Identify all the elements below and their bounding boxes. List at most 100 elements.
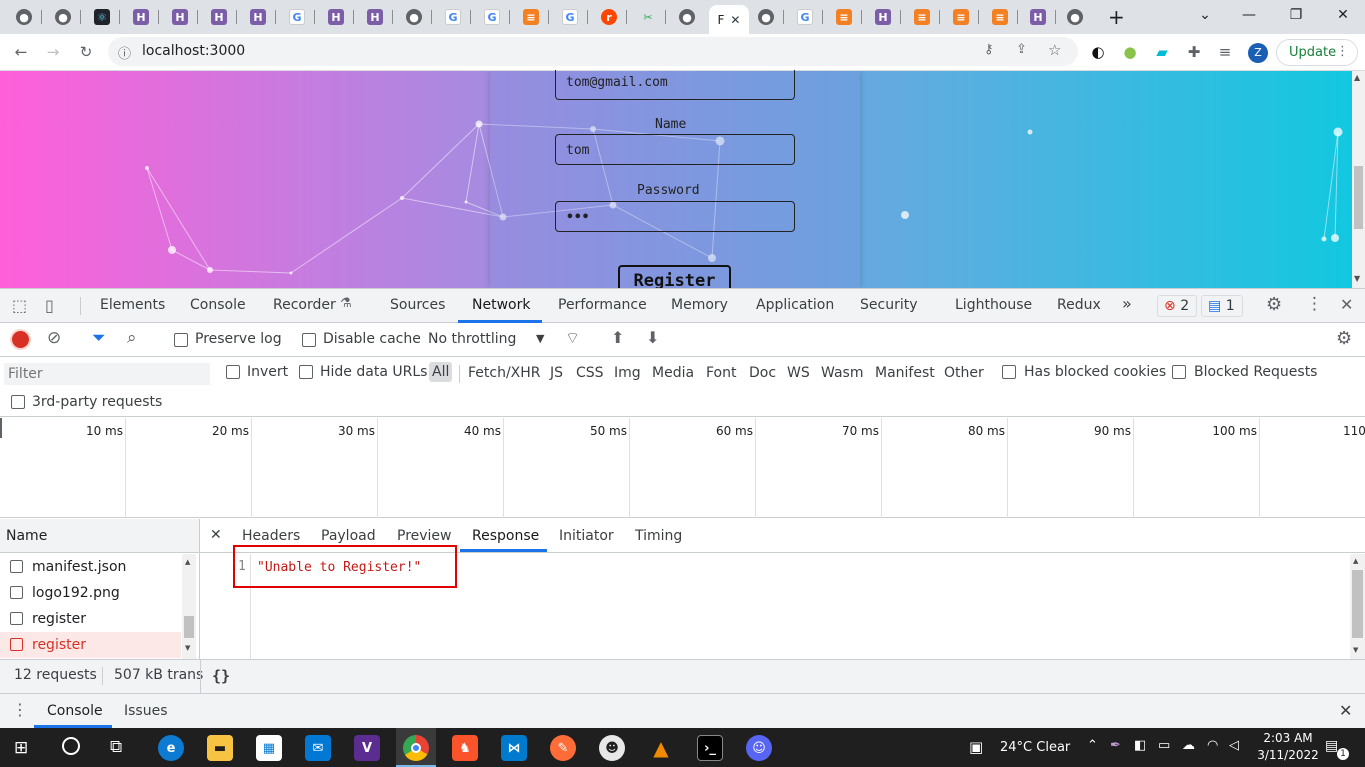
share-icon[interactable]: ⇪ <box>1016 42 1027 57</box>
tab-preview[interactable]: Preview <box>397 528 452 544</box>
tab[interactable]: ✂ <box>632 5 666 29</box>
tab[interactable]: G <box>789 5 823 29</box>
tab[interactable]: H <box>1022 5 1056 29</box>
tab[interactable]: H <box>359 5 393 29</box>
close-detail-icon[interactable]: ✕ <box>210 527 222 543</box>
filter-type-js[interactable]: JS <box>550 365 563 381</box>
record-icon[interactable] <box>12 331 29 348</box>
filter-type-fetch-xhr[interactable]: Fetch/XHR <box>468 365 541 381</box>
tab[interactable]: ● <box>750 5 784 29</box>
tab-memory[interactable]: Memory <box>671 297 728 313</box>
update-button[interactable]: Update ⋮ <box>1276 39 1358 66</box>
tab-payload[interactable]: Payload <box>321 528 376 544</box>
bookmark-star-icon[interactable]: ☆ <box>1048 41 1061 59</box>
filter-funnel-icon[interactable]: ⏷ <box>92 328 106 348</box>
extension-pen-icon[interactable]: ▰ <box>1153 43 1171 61</box>
tab[interactable]: G <box>476 5 510 29</box>
weather-text[interactable]: 24°C Clear <box>1000 740 1070 755</box>
camera-icon[interactable]: ◧ <box>1134 738 1146 753</box>
visual-studio-icon[interactable]: V <box>354 735 380 761</box>
filter-type-ws[interactable]: WS <box>787 365 810 381</box>
extension-bulb-icon[interactable]: ● <box>1121 43 1139 61</box>
tab[interactable]: r <box>593 5 627 29</box>
hide-data-urls-checkbox[interactable] <box>299 365 313 379</box>
key-icon[interactable]: ⚷ <box>984 42 994 57</box>
chrome-icon[interactable] <box>403 735 429 761</box>
tab[interactable]: ≡ <box>906 5 940 29</box>
chevron-down-icon[interactable]: ▼ <box>536 332 544 345</box>
battery-icon[interactable]: ▭ <box>1158 738 1170 753</box>
wifi-icon[interactable]: ◠ <box>1207 738 1218 753</box>
devtools-menu-icon[interactable]: ⋮ <box>1306 294 1323 314</box>
tab[interactable]: ≡ <box>984 5 1018 29</box>
filter-type-doc[interactable]: Doc <box>749 365 776 381</box>
tab-recorder[interactable]: Recorder <box>273 297 336 313</box>
tab[interactable]: ≡ <box>945 5 979 29</box>
filter-type-wasm[interactable]: Wasm <box>821 365 863 381</box>
request-row[interactable]: logo192.png <box>0 580 181 606</box>
reading-list-icon[interactable]: ≡ <box>1216 43 1234 61</box>
filter-type-other[interactable]: Other <box>944 365 984 381</box>
forward-icon[interactable]: → <box>44 43 62 61</box>
drawer-tab-issues[interactable]: Issues <box>124 703 168 719</box>
tab[interactable]: H <box>867 5 901 29</box>
tab[interactable]: ≡ <box>515 5 549 29</box>
postman-icon[interactable]: ✎ <box>550 735 576 761</box>
tab-active[interactable]: F ✕ <box>709 5 749 34</box>
scroll-up-icon[interactable]: ▲ <box>1354 73 1360 82</box>
filter-type-media[interactable]: Media <box>652 365 694 381</box>
clock-date[interactable]: 3/11/2022 <box>1253 748 1323 762</box>
tab[interactable]: H <box>203 5 237 29</box>
restore-icon[interactable]: ❐ <box>1273 0 1319 30</box>
tab-network[interactable]: Network <box>472 297 530 313</box>
tab[interactable]: ● <box>8 5 42 29</box>
third-party-checkbox[interactable] <box>11 395 25 409</box>
new-tab-icon[interactable]: + <box>1108 5 1125 29</box>
mail-icon[interactable]: ✉ <box>305 735 331 761</box>
tab-console[interactable]: Console <box>190 297 246 313</box>
scroll-up-icon[interactable]: ▲ <box>185 558 190 566</box>
filter-type-css[interactable]: CSS <box>576 365 604 381</box>
vscode-icon[interactable]: ⋈ <box>501 735 527 761</box>
close-drawer-icon[interactable]: ✕ <box>1339 701 1352 720</box>
tab-application[interactable]: Application <box>756 297 834 313</box>
inspect-element-icon[interactable]: ⬚ <box>12 296 27 315</box>
file-explorer-icon[interactable]: ▬ <box>207 735 233 761</box>
tab[interactable]: H <box>242 5 276 29</box>
name-field[interactable]: tom <box>555 134 795 165</box>
page-scrollbar[interactable]: ▲ ▼ <box>1352 71 1365 288</box>
tab[interactable]: G <box>437 5 471 29</box>
message-count-badge[interactable]: ▤ 1 <box>1201 295 1243 317</box>
show-hidden-icons[interactable]: ⌃ <box>1087 738 1098 753</box>
filter-input[interactable] <box>4 363 210 385</box>
invert-checkbox[interactable] <box>226 365 240 379</box>
scroll-down-icon[interactable]: ▼ <box>1354 274 1360 283</box>
search-icon[interactable]: ⌕ <box>127 328 137 348</box>
response-scrollbar[interactable]: ▲ ▼ <box>1350 554 1365 659</box>
clock-time[interactable]: 2:03 AM <box>1258 731 1318 745</box>
settings-gear-icon[interactable]: ⚙ <box>1266 294 1282 315</box>
network-conditions-icon[interactable]: ⌔ <box>565 328 580 348</box>
blocked-requests-checkbox[interactable] <box>1172 365 1186 379</box>
tab[interactable]: ● <box>1059 5 1091 29</box>
close-window-icon[interactable]: ✕ <box>1320 0 1365 30</box>
volume-icon[interactable]: ◁ <box>1229 738 1239 753</box>
scrollbar-thumb[interactable] <box>184 616 194 638</box>
edge-icon[interactable]: e <box>158 735 184 761</box>
weather-icon[interactable]: ▣ <box>969 738 983 756</box>
tab-response[interactable]: Response <box>472 528 539 544</box>
terminal-icon[interactable]: ›_ <box>697 735 723 761</box>
profile-avatar[interactable]: Z <box>1248 43 1268 63</box>
name-column-header[interactable]: Name <box>0 519 199 553</box>
drawer-tab-console[interactable]: Console <box>47 703 103 719</box>
tab[interactable]: H <box>320 5 354 29</box>
tab-redux[interactable]: Redux <box>1057 297 1101 313</box>
tab-sources[interactable]: Sources <box>390 297 445 313</box>
request-row[interactable]: register <box>0 606 181 632</box>
brave-icon[interactable]: ♞ <box>452 735 478 761</box>
scroll-up-icon[interactable]: ▲ <box>1353 557 1358 565</box>
tab-security[interactable]: Security <box>860 297 918 313</box>
scrollbar-thumb[interactable] <box>1354 166 1363 229</box>
preserve-log-checkbox[interactable] <box>174 333 188 347</box>
drawer-menu-icon[interactable]: ⋮ <box>12 700 28 719</box>
